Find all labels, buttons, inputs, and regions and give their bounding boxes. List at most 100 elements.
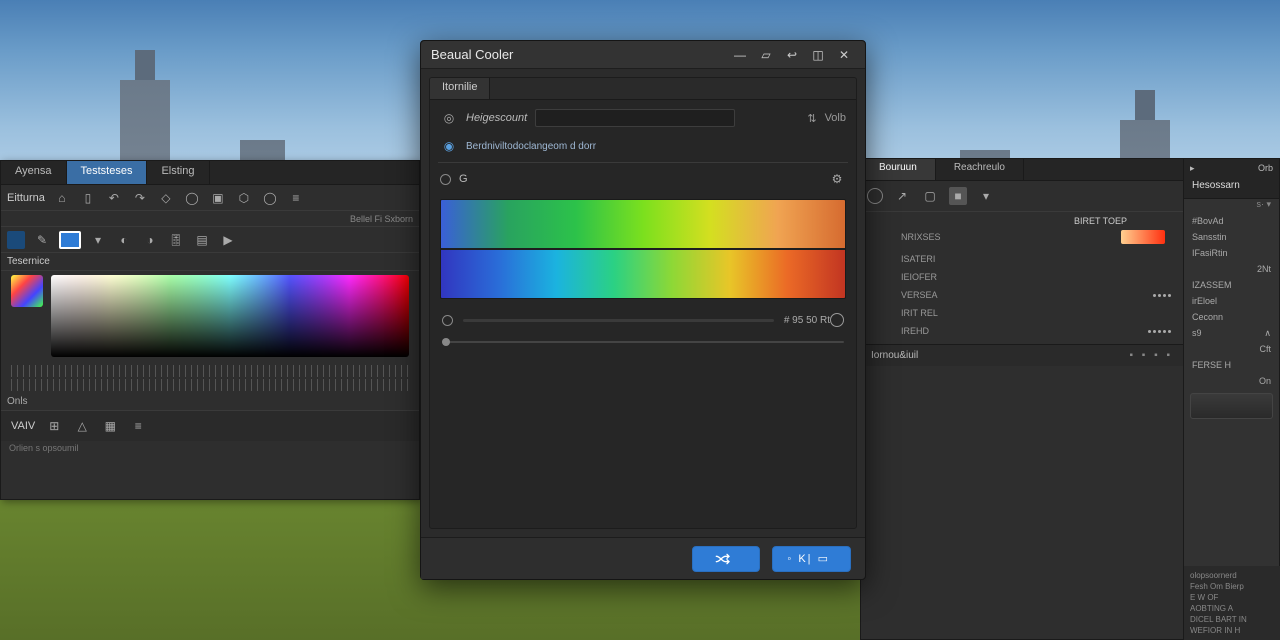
titlebar[interactable]: Beaual Cooler — ▱ ↩ ◫ ✕ [421,41,865,69]
left-tools-panel: Ayensa Teststeses Elsting Eitturna ⌂ ▯ ↶… [0,160,420,500]
channel-label: G [459,173,468,185]
chevron-down-icon[interactable]: ▾ [977,187,995,205]
left-panel-tabs: Ayensa Teststeses Elsting [1,161,419,185]
side-row[interactable]: FERSE H [1184,357,1279,373]
ok-button[interactable] [692,546,760,572]
field-label-2: Berdniviltodoclangeom d dorr [466,141,596,152]
list-item-label: NRIXSES [901,232,941,242]
target-input[interactable] [535,109,735,127]
value-ruler-bottom [11,379,409,391]
home-icon[interactable]: ⌂ [53,189,71,207]
tool-a[interactable]: ◐ [115,231,133,249]
shape-preview[interactable] [867,188,883,204]
tool-b[interactable]: ◑ [141,231,159,249]
range-options[interactable] [830,313,844,327]
redo-icon[interactable]: ↷ [131,189,149,207]
target-icon[interactable]: ◎ [440,109,458,127]
back-button[interactable]: ↩ [781,44,803,66]
pin-button[interactable]: ◫ [807,44,829,66]
fill-icon[interactable]: ■ [949,187,967,205]
console-output: olopsoornerdFesh Om BierpE W OFAOBTING A… [1184,566,1280,640]
hex-icon[interactable]: ⬡ [235,189,253,207]
footer-tool-b[interactable]: △ [73,417,91,435]
section-label: Eitturna [7,192,45,204]
hint-text: Bellel Fi Sxborn [350,214,413,224]
box-icon[interactable]: ▢ [921,187,939,205]
filter-label: Volb [825,112,846,124]
play-icon[interactable]: ▶ [219,231,237,249]
rp-tab-1[interactable]: Reachreulo [936,159,1024,180]
swatch-selected[interactable] [59,231,81,249]
footer-tool-a[interactable]: ⊞ [45,417,63,435]
range-readout: # 95 50 Rt [784,315,830,326]
saturation-picker[interactable] [51,275,409,357]
left-tab-1[interactable]: Teststeses [67,161,148,184]
ellipse-icon[interactable]: ◯ [261,189,279,207]
fine-slider[interactable] [442,341,844,343]
layers-icon[interactable]: ▣ [209,189,227,207]
group-header: BIRET TOEP [861,212,1183,228]
eyedropper-icon[interactable]: ✎ [33,231,51,249]
left-panel-footer: VAIV ⊞ △ ▦ ≡ [1,411,419,441]
side-header: Hesossarn [1184,177,1279,199]
left-section-header: Eitturna ⌂ ▯ ↶ ↷ ◇ ◯ ▣ ⬡ ◯ ≡ [1,185,419,211]
status-text: Orlien s opsoumil [1,441,419,455]
doc-icon[interactable]: ▯ [79,189,97,207]
list-item-label: ISATERI [901,254,935,264]
mode-label: VAIV [11,420,35,432]
filter-icon[interactable]: ⇅ [807,112,816,125]
cube-icon[interactable]: ◇ [157,189,175,207]
value-ruler-top [11,365,409,377]
swatch-view [1,271,419,363]
side-row[interactable]: 2Nt [1184,261,1279,277]
footer-tool-d[interactable]: ≡ [129,417,147,435]
side-row[interactable]: IFasiRtin [1184,245,1279,261]
hue-gradient[interactable] [440,199,846,299]
fg-color[interactable] [7,231,25,249]
undo-icon[interactable]: ↶ [105,189,123,207]
gear-icon[interactable]: ⚙ [828,170,846,188]
color-dialog: Beaual Cooler — ▱ ↩ ◫ ✕ Itornilie ◎ Heig… [420,40,866,580]
apply-button[interactable]: ◦ K| ▭ [772,546,851,572]
list-item-label: IEIOFER [901,272,937,282]
modal-tab[interactable]: Itornilie [430,78,490,99]
channel-radio[interactable] [440,174,451,185]
preview-thumb[interactable] [1190,393,1273,419]
gradient-swatch[interactable] [11,275,43,307]
link-icon[interactable]: ◉ [440,137,458,155]
side-row[interactable]: #BovAd [1184,213,1279,229]
window-title: Beaual Cooler [431,47,513,62]
circle-icon[interactable]: ◯ [183,189,201,207]
list-item-label: IREHD [901,326,929,336]
side-row[interactable]: s9∧ [1184,325,1279,341]
side-row[interactable]: IZASSEM [1184,277,1279,293]
side-row[interactable]: On [1184,373,1279,389]
gradient-chip[interactable] [1121,230,1165,244]
close-button[interactable]: ✕ [833,44,855,66]
list-item-label: IRIT REL [901,308,938,318]
menu-icon[interactable]: ≡ [287,189,305,207]
rp-tab-0[interactable]: Bouruun [861,159,936,180]
arrow-icon[interactable]: ↗ [893,187,911,205]
range-radio[interactable] [442,315,453,326]
sliders-icon[interactable]: 🎚 [167,231,185,249]
side-row[interactable]: Sansstin [1184,229,1279,245]
right-properties-panel: Bouruun Reachreulo ↗ ▢ ■ ▾ BIRET TOEP NR… [860,158,1280,640]
left-tab-2[interactable]: Elsting [147,161,209,184]
restore-button[interactable]: ▱ [755,44,777,66]
section-label-2: Tesernice [7,256,50,267]
side-tab-label[interactable]: Orb [1258,163,1273,173]
tool-c[interactable]: ▤ [193,231,211,249]
side-row[interactable]: Cft [1184,341,1279,357]
footer-tool-c[interactable]: ▦ [101,417,119,435]
minimize-button[interactable]: — [729,44,751,66]
left-tab-0[interactable]: Ayensa [1,161,67,184]
side-row[interactable]: irEloel [1184,293,1279,309]
brush-icon[interactable]: ▾ [89,231,107,249]
list-item-label: VERSEA [901,290,938,300]
shuffle-icon [715,553,731,565]
tool-swatch-row: ✎ ▾ ◐ ◑ 🎚 ▤ ▶ [1,227,419,253]
side-row[interactable]: Ceconn [1184,309,1279,325]
range-track[interactable] [463,319,774,322]
field-label: Heigescount [466,112,527,124]
